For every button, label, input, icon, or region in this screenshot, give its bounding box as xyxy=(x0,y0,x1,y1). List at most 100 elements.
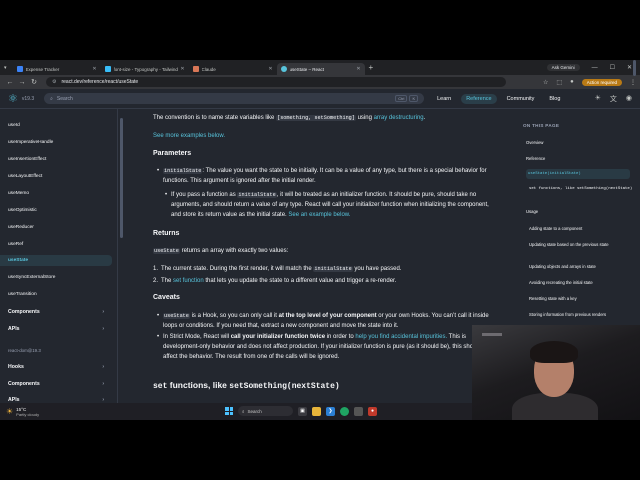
returns-item-1: 1. The current state. During the first r… xyxy=(153,264,493,274)
weather-desc: Partly cloudy xyxy=(16,411,40,417)
tab-claude[interactable]: Claude ✕ xyxy=(189,63,277,75)
array-destructuring-link[interactable]: array destructuring xyxy=(374,115,424,121)
toc-item-storing-info[interactable]: Storing information from previous render… xyxy=(529,312,633,318)
tab-search-icon[interactable]: ▾ xyxy=(4,65,7,71)
sidebar-item-usesyncexternalstore[interactable]: useSyncExternalStore xyxy=(0,272,112,283)
page-scrollbar[interactable] xyxy=(633,60,636,76)
minimize-icon[interactable]: — xyxy=(592,65,598,71)
theme-toggle-icon[interactable]: ☀ xyxy=(595,94,601,104)
github-icon[interactable]: ◉ xyxy=(626,94,632,104)
webcam-overlay xyxy=(472,325,640,420)
set-function-link[interactable]: set function xyxy=(173,278,204,284)
toc-item-adding-state[interactable]: Adding state to a component xyxy=(529,226,633,232)
sidebar-item-usestate[interactable]: useState xyxy=(0,255,112,266)
chevron-right-icon: › xyxy=(102,363,104,370)
app-icon[interactable] xyxy=(354,406,363,416)
key-ctrl: Ctrl xyxy=(395,95,408,102)
menu-icon[interactable]: ⋮ xyxy=(630,79,636,86)
nav-reference[interactable]: Reference xyxy=(461,93,497,104)
action-required-button[interactable]: Action required xyxy=(581,78,622,86)
sidebar-item-label: useLayoutEffect xyxy=(8,174,43,179)
toc-item-set-functions[interactable]: set functions, like setSomething(nextSta… xyxy=(529,186,633,192)
sidebar-item-label: useMemo xyxy=(8,191,30,196)
sidebar-item-useref[interactable]: useRef xyxy=(0,239,112,250)
taskbar-center: ⌕ Search ▣ ❯ ● xyxy=(225,406,377,416)
sidebar-item-usememo[interactable]: useMemo xyxy=(0,188,112,199)
tab-usestate[interactable]: useState – React ✕ xyxy=(276,63,365,75)
key-k: K xyxy=(409,95,419,102)
windows-start-icon[interactable] xyxy=(225,407,233,415)
site-info-icon[interactable]: ⚙ xyxy=(52,79,56,85)
forward-icon[interactable]: → xyxy=(16,79,28,86)
recorder-icon[interactable]: ● xyxy=(368,406,377,416)
sidebar-item-useoptimistic[interactable]: useOptimistic xyxy=(0,205,112,216)
address-bar-row: ← → ↻ ⚙ react.dev/reference/react/useSta… xyxy=(0,75,640,89)
background-lamp xyxy=(482,333,502,336)
toc-item-resetting-key[interactable]: Resetting state with a key xyxy=(529,296,633,302)
weather-widget[interactable]: ☀ 15°C Partly cloudy xyxy=(6,407,39,417)
ask-gemini-button[interactable]: Ask Gemini xyxy=(546,64,580,71)
impurities-link[interactable]: help you find accidental impurities. xyxy=(355,334,447,340)
toc-item-updating-previous[interactable]: Updating state based on the previous sta… xyxy=(529,242,633,248)
see-example-link[interactable]: See an example below. xyxy=(288,212,350,218)
close-icon[interactable]: ✕ xyxy=(356,66,360,72)
close-window-icon[interactable]: ✕ xyxy=(627,64,632,71)
text: you have passed. xyxy=(352,266,402,272)
close-icon[interactable]: ✕ xyxy=(92,66,96,72)
extensions-icon[interactable]: ⬚ xyxy=(556,79,562,86)
sidebar-item-hooks[interactable]: Hooks › xyxy=(0,361,112,372)
close-icon[interactable]: ✕ xyxy=(268,66,272,72)
sidebar-item-label: react-dom@19.3 xyxy=(8,348,41,353)
react-logo-icon[interactable]: ⚛ xyxy=(8,92,18,105)
sidebar-scrollbar[interactable] xyxy=(120,118,123,238)
sidebar-item-usereducer[interactable]: useReducer xyxy=(0,222,112,233)
tab-label: useState – React xyxy=(289,66,325,72)
taskbar-search[interactable]: ⌕ Search xyxy=(238,406,293,416)
task-view-icon[interactable]: ▣ xyxy=(298,406,307,416)
nav-learn[interactable]: Learn xyxy=(432,94,456,104)
tab-expense-tracker[interactable]: Expense Tracker ✕ xyxy=(13,63,101,75)
toc-item-updating-objects[interactable]: Updating objects and arrays in state xyxy=(529,264,633,270)
chrome-icon[interactable] xyxy=(340,406,349,416)
sidebar-item-useimperativehandle[interactable]: useImperativeHandle xyxy=(0,137,112,148)
browser-tab-bar: ▾ Expense Tracker ✕ font-size - Typograp… xyxy=(0,60,640,75)
text: using xyxy=(355,115,374,121)
text: is a Hook, so you can only call it xyxy=(189,313,279,319)
toc-item-reference[interactable]: Reference xyxy=(526,156,630,162)
bold-text: at the top level of your component xyxy=(278,313,377,319)
sidebar-item-label: useSyncExternalStore xyxy=(8,275,56,280)
toc-item-overview[interactable]: Overview xyxy=(526,140,630,146)
back-icon[interactable]: ← xyxy=(4,79,16,86)
sidebar-item-uselayouteffect[interactable]: useLayoutEffect xyxy=(0,171,112,182)
url-field[interactable]: ⚙ react.dev/reference/react/useState xyxy=(46,77,506,87)
sidebar-item-components[interactable]: Components › xyxy=(0,306,112,317)
see-more-link[interactable]: See more examples below. xyxy=(153,131,493,141)
tab-tailwind[interactable]: font-size - Typography - Tailwind ✕ xyxy=(101,63,189,75)
sidebar-item-usetransition[interactable]: useTransition xyxy=(0,289,112,300)
sidebar-item-useinsertioneffect[interactable]: useInsertionEffect xyxy=(0,154,112,165)
bookmark-star-icon[interactable]: ☆ xyxy=(543,79,548,86)
param-initializer-note: • If you pass a function as initialState… xyxy=(153,190,493,220)
maximize-icon[interactable]: ☐ xyxy=(610,64,615,71)
sidebar-item-apis-dom[interactable]: APIs › xyxy=(0,394,112,403)
file-explorer-icon[interactable] xyxy=(312,406,321,416)
new-tab-icon[interactable]: + xyxy=(369,63,374,72)
close-icon[interactable]: ✕ xyxy=(180,66,184,72)
sidebar-item-apis[interactable]: APIs › xyxy=(0,323,112,334)
sidebar-item-label: useTransition xyxy=(8,292,37,297)
toc-item-usage[interactable]: Usage xyxy=(526,209,630,215)
version-label[interactable]: v19.3 xyxy=(22,96,34,102)
nav-community[interactable]: Community xyxy=(502,94,540,104)
sidebar-item-components-dom[interactable]: Components › xyxy=(0,378,112,389)
reload-icon[interactable]: ↻ xyxy=(28,78,40,86)
parameters-heading: Parameters xyxy=(153,150,192,157)
language-icon[interactable]: 文 xyxy=(610,94,617,104)
profile-avatar[interactable]: ● xyxy=(570,79,574,85)
toc-item-avoiding-recreating[interactable]: Avoiding recreating the initial state xyxy=(529,280,633,286)
nav-blog[interactable]: Blog xyxy=(544,94,565,104)
vscode-icon[interactable]: ❯ xyxy=(326,406,335,416)
toc-item-usestate[interactable]: useState(initialState) xyxy=(526,169,630,179)
site-search[interactable]: ⌕ Search Ctrl K xyxy=(44,93,425,104)
sidebar-item-label: useImperativeHandle xyxy=(8,140,54,145)
sidebar-item-useid[interactable]: useId xyxy=(0,120,112,131)
